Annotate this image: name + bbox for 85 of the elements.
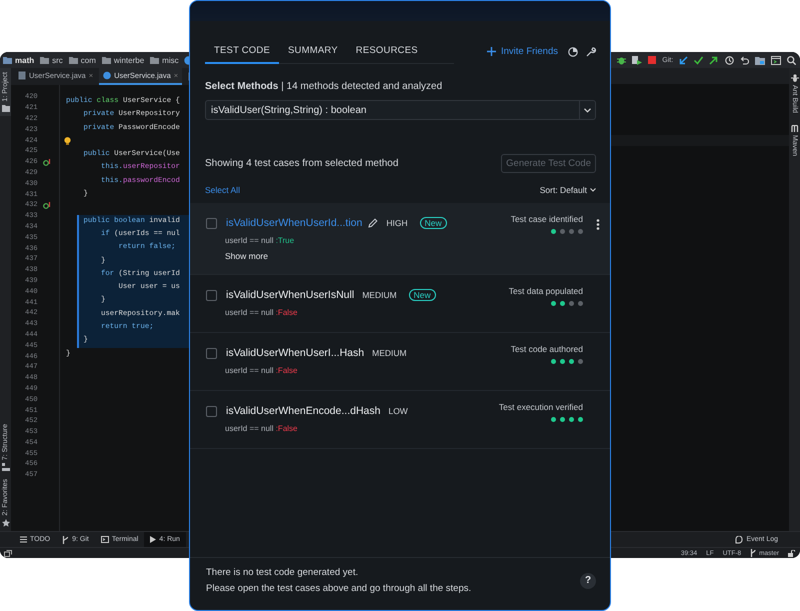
star-icon <box>2 519 10 527</box>
folder-icon <box>2 104 10 112</box>
empty-state-text: Please open the test cases above and go through all the steps. <box>206 583 472 594</box>
tab[interactable]: RESOURCES <box>346 39 427 64</box>
new-badge: New <box>420 217 447 229</box>
breadcrumb-item[interactable]: com <box>68 56 96 64</box>
test-case-row[interactable]: isValidUserWhenUserIsNull MEDIUM New userId == null :False Test data populated <box>190 275 610 333</box>
play-icon <box>150 536 156 543</box>
condition-text: userId == null :False <box>225 424 298 433</box>
test-case-name[interactable]: isValidUserWhenUserI...Hash <box>226 347 364 359</box>
bug-icon[interactable] <box>617 56 626 64</box>
ant-icon <box>790 74 798 82</box>
override-icon[interactable] <box>43 202 51 209</box>
breadcrumb-item[interactable]: src <box>40 56 63 64</box>
show-more-link[interactable]: Show more <box>225 251 447 261</box>
plus-icon <box>486 47 496 56</box>
folder-icon <box>102 56 111 64</box>
step-label: Test code authored <box>510 344 583 354</box>
test-case-name[interactable]: isValidUserWhenEncode...dHash <box>226 405 380 417</box>
test-case-row[interactable]: isValidUserWhenUserId...tion HIGH New userId == null :True Show more Test case identified <box>190 203 610 275</box>
terminal-icon <box>100 536 109 543</box>
speech-bubble-icon <box>735 536 744 544</box>
condition-text: userId == null :False <box>225 366 298 375</box>
search-icon[interactable] <box>786 56 796 64</box>
summary-text: Showing 4 test cases from selected method <box>205 158 398 169</box>
folder-icon <box>40 56 50 64</box>
coverage-icon[interactable] <box>632 56 642 64</box>
stop-icon[interactable] <box>648 56 656 64</box>
step-label: Test data populated <box>508 286 583 296</box>
method-dropdown[interactable]: isValidUser(String,String) : boolean <box>205 100 596 120</box>
new-badge: New <box>408 289 436 301</box>
tab[interactable]: SUMMARY <box>279 39 347 64</box>
priority-label: LOW <box>388 406 408 416</box>
pie-chart-icon[interactable] <box>568 46 578 56</box>
breadcrumb-item[interactable]: winterbe <box>102 56 144 64</box>
breadcrumb-item[interactable]: misc <box>150 56 179 64</box>
file-icon <box>103 71 112 80</box>
checkbox[interactable] <box>206 348 217 358</box>
undo-icon[interactable] <box>740 56 749 64</box>
structure-icon <box>2 463 10 472</box>
terminal-icon[interactable] <box>770 56 781 64</box>
invite-friends-link[interactable]: Invite Friends <box>486 46 558 57</box>
condition-text: userId == null :True <box>225 236 296 245</box>
arrow-icon[interactable] <box>709 56 718 64</box>
branch-icon <box>62 536 70 544</box>
methods-heading: Select Methods | 14 methods detected and analyzed <box>205 81 444 92</box>
priority-label: MEDIUM <box>372 348 407 358</box>
folder-icon <box>68 56 78 64</box>
folder-icon <box>3 56 12 64</box>
help-button[interactable]: ? <box>580 572 596 588</box>
maven-icon <box>790 125 798 132</box>
arrow-icon[interactable] <box>679 56 688 64</box>
wrench-icon[interactable] <box>586 46 596 56</box>
folder-icon <box>150 56 160 64</box>
breadcrumb-item[interactable]: math <box>3 56 34 64</box>
chevron-down-icon <box>584 108 591 112</box>
step-label: Test case identified <box>510 214 583 224</box>
tab[interactable]: TEST CODE <box>205 39 279 64</box>
file-icon <box>18 71 26 80</box>
checkbox[interactable] <box>206 406 217 416</box>
test-case-name[interactable]: isValidUserWhenUserId...tion <box>226 217 362 229</box>
test-case-row[interactable]: isValidUserWhenUserI...Hash MEDIUM userId == null :False Test code authored <box>190 333 610 391</box>
check-icon[interactable] <box>694 56 704 64</box>
empty-state-text: There is no test code generated yet. <box>206 567 360 578</box>
condition-text: userId == null :False <box>225 308 298 317</box>
folder-icon[interactable] <box>754 56 765 64</box>
clock-icon[interactable] <box>724 56 734 64</box>
more-icon[interactable] <box>596 219 600 230</box>
pencil-icon[interactable] <box>368 218 378 228</box>
windows-icon[interactable] <box>4 550 12 556</box>
sort-dropdown[interactable]: Sort: Default <box>540 185 596 195</box>
list-icon <box>20 536 27 543</box>
test-case-name[interactable]: isValidUserWhenUserIsNull <box>226 289 354 301</box>
checkbox[interactable] <box>206 218 217 228</box>
test-case-row[interactable]: isValidUserWhenEncode...dHash LOW userId == null :False Test execution verified <box>190 391 610 449</box>
lightbulb-icon[interactable] <box>64 136 71 145</box>
priority-label: HIGH <box>386 218 408 228</box>
chevron-down-icon <box>590 188 596 192</box>
checkbox[interactable] <box>206 290 217 300</box>
override-icon[interactable] <box>43 158 51 166</box>
priority-label: MEDIUM <box>362 290 397 300</box>
step-label: Test execution verified <box>498 402 583 412</box>
branch-icon <box>750 549 756 557</box>
lock-icon[interactable] <box>788 550 796 556</box>
select-all-link[interactable]: Select All <box>205 185 240 195</box>
